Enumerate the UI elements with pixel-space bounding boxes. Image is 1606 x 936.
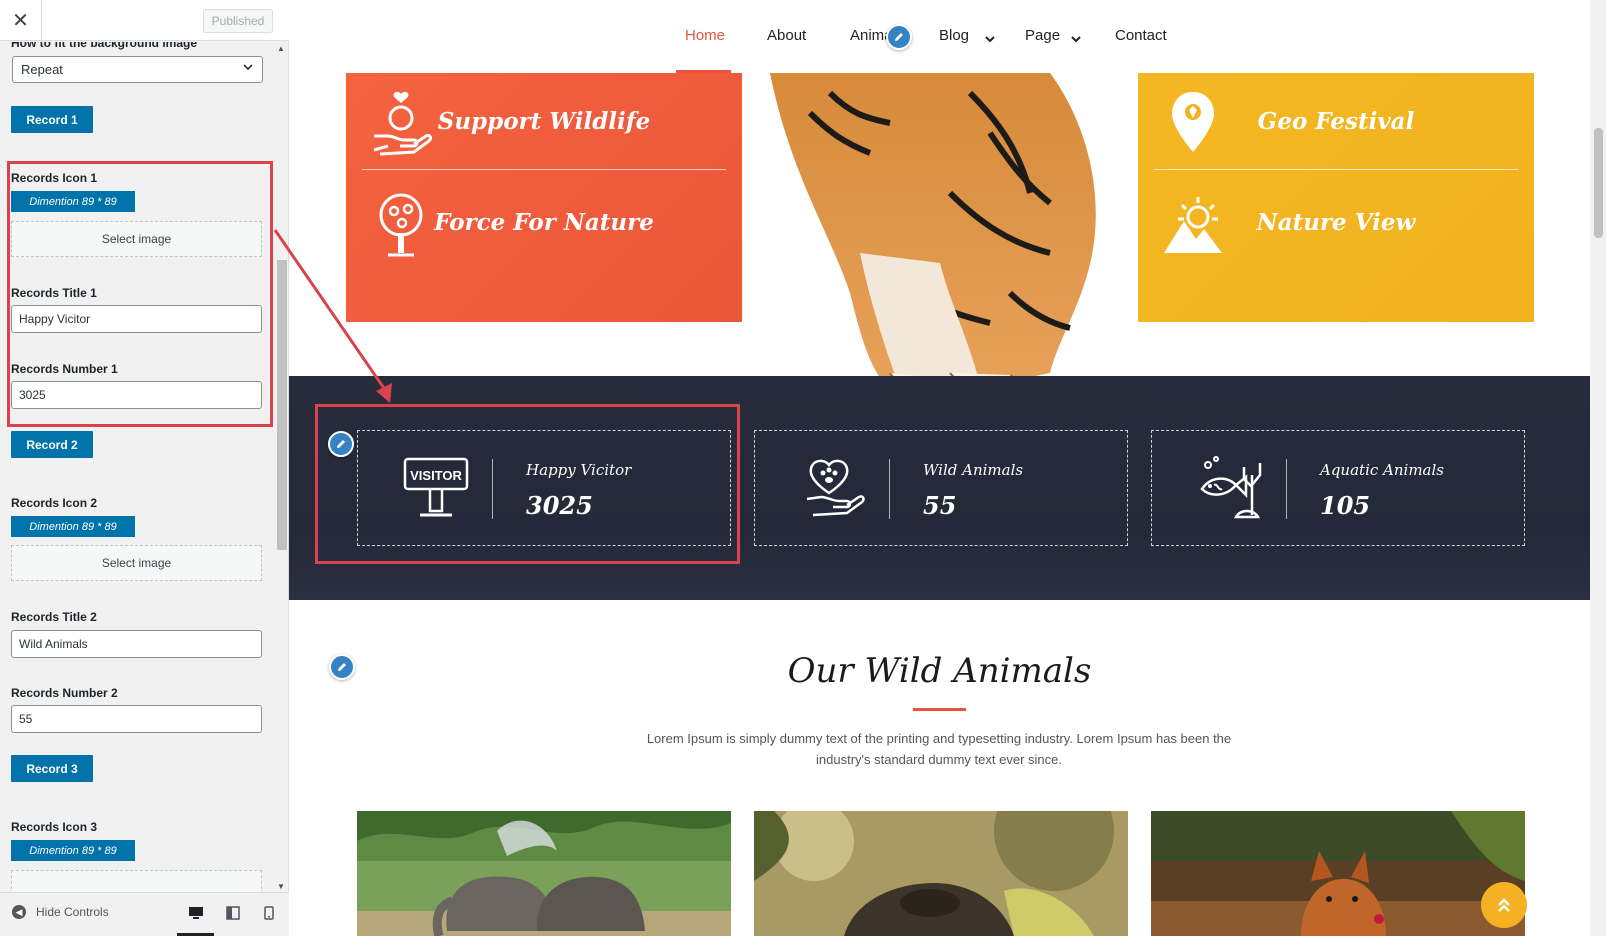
nav-page[interactable]: Page	[1025, 27, 1060, 44]
hide-controls-label: Hide Controls	[36, 905, 109, 919]
dimension-badge-3: Dimention 89 * 89	[11, 840, 135, 861]
collapse-arrow-icon: ◀	[12, 905, 26, 919]
customizer-app: ✕ Published How to fit the background im…	[0, 0, 1606, 936]
paw-heart-hand-icon	[806, 459, 865, 517]
fit-background-label: How to fit the background image	[11, 42, 198, 50]
chevron-down-icon[interactable]	[985, 31, 995, 48]
nav-blog[interactable]: Blog	[939, 27, 969, 44]
section-title: Our Wild Animals	[787, 651, 1092, 691]
fit-background-value: Repeat	[21, 62, 63, 77]
records-icon-3-label: Records Icon 3	[11, 820, 98, 834]
desktop-icon[interactable]	[186, 903, 206, 923]
animal-card-bear[interactable]	[754, 811, 1128, 936]
select-image-button-3[interactable]	[11, 870, 262, 892]
nav-home[interactable]: Home	[685, 27, 725, 44]
features-right-panel: Geo Festival Nature View	[1138, 73, 1534, 322]
chevron-down-icon[interactable]	[1071, 31, 1081, 48]
animal-card-fox[interactable]	[1151, 811, 1525, 936]
records-icon-2-label: Records Icon 2	[11, 496, 98, 510]
site-preview: Home About Anima Blog Page Contact Suppo…	[289, 0, 1590, 936]
stat-number: 105	[1320, 491, 1371, 520]
page-scroll-thumb[interactable]	[1594, 128, 1603, 238]
fox-photo	[1151, 811, 1525, 936]
feature-divider	[362, 169, 726, 170]
elephants-photo	[357, 811, 731, 936]
nav-contact[interactable]: Contact	[1115, 27, 1167, 44]
annotation-highlight-box	[7, 161, 273, 427]
records-title-2-input[interactable]: Wild Animals	[11, 630, 262, 658]
dimension-badge-2: Dimention 89 * 89	[11, 516, 135, 537]
mobile-icon[interactable]	[259, 903, 279, 923]
double-chevron-up-icon	[1498, 898, 1510, 912]
back-to-top-button[interactable]	[1481, 882, 1527, 928]
feature-nature-view: Nature View	[1138, 179, 1534, 269]
fit-background-select[interactable]: Repeat	[12, 56, 263, 83]
stat-number: 55	[923, 491, 957, 520]
edit-pencil-icon[interactable]	[886, 24, 912, 50]
chevron-down-icon	[242, 61, 254, 76]
stat-card-wild-animals: Wild Animals 55	[754, 430, 1128, 546]
title-underline	[913, 708, 966, 711]
record-2-button[interactable]: Record 2	[11, 431, 93, 458]
records-title-2-label: Records Title 2	[11, 610, 97, 624]
published-button[interactable]: Published	[203, 9, 273, 33]
page-scrollbar[interactable]	[1590, 0, 1606, 936]
main-nav: Home About Anima Blog Page Contact	[289, 0, 1590, 73]
hide-controls-button[interactable]: ◀ Hide Controls	[12, 905, 109, 919]
stat-separator	[889, 459, 890, 519]
section-description: Lorem Ipsum is simply dummy text of the …	[646, 731, 1232, 767]
feature-support-wildlife: Support Wildlife	[346, 78, 742, 168]
record-3-button[interactable]: Record 3	[11, 755, 93, 782]
select-image-button-2[interactable]: Select image	[11, 545, 262, 581]
nav-about[interactable]: About	[767, 27, 806, 44]
records-number-2-input[interactable]: 55	[11, 705, 262, 733]
feature-title: Geo Festival	[1257, 108, 1415, 135]
feature-title: Support Wildlife	[437, 108, 651, 135]
record-1-button[interactable]: Record 1	[11, 106, 93, 133]
feature-divider	[1154, 169, 1518, 170]
annotation-highlight-box	[315, 404, 740, 564]
annotation-arrow	[273, 229, 392, 403]
stat-card-aquatic-animals: Aquatic Animals 105	[1151, 430, 1525, 546]
stat-separator	[1286, 459, 1287, 519]
records-number-2-label: Records Number 2	[11, 686, 118, 700]
sidebar-scrollbar[interactable]: ▲ ▼	[276, 42, 287, 892]
animal-card-elephants[interactable]	[357, 811, 731, 936]
close-icon[interactable]: ✕	[12, 8, 29, 33]
feature-title: Nature View	[1256, 209, 1416, 236]
tablet-icon[interactable]	[223, 903, 243, 923]
scroll-up-icon[interactable]: ▲	[277, 44, 285, 53]
customizer-sidebar: ✕ Published How to fit the background im…	[0, 0, 289, 936]
stat-title: Wild Animals	[923, 461, 1024, 479]
sidebar-header: ✕ Published	[0, 0, 289, 41]
close-button[interactable]: ✕	[0, 0, 42, 41]
fish-coral-icon	[1200, 456, 1262, 519]
sidebar-footer: ◀ Hide Controls	[0, 892, 289, 936]
stat-title: Aquatic Animals	[1320, 461, 1444, 479]
tiger-image	[770, 73, 1096, 390]
bear-photo	[754, 811, 1128, 936]
scroll-down-icon[interactable]: ▼	[277, 882, 285, 891]
feature-geo-festival: Geo Festival	[1138, 78, 1534, 168]
